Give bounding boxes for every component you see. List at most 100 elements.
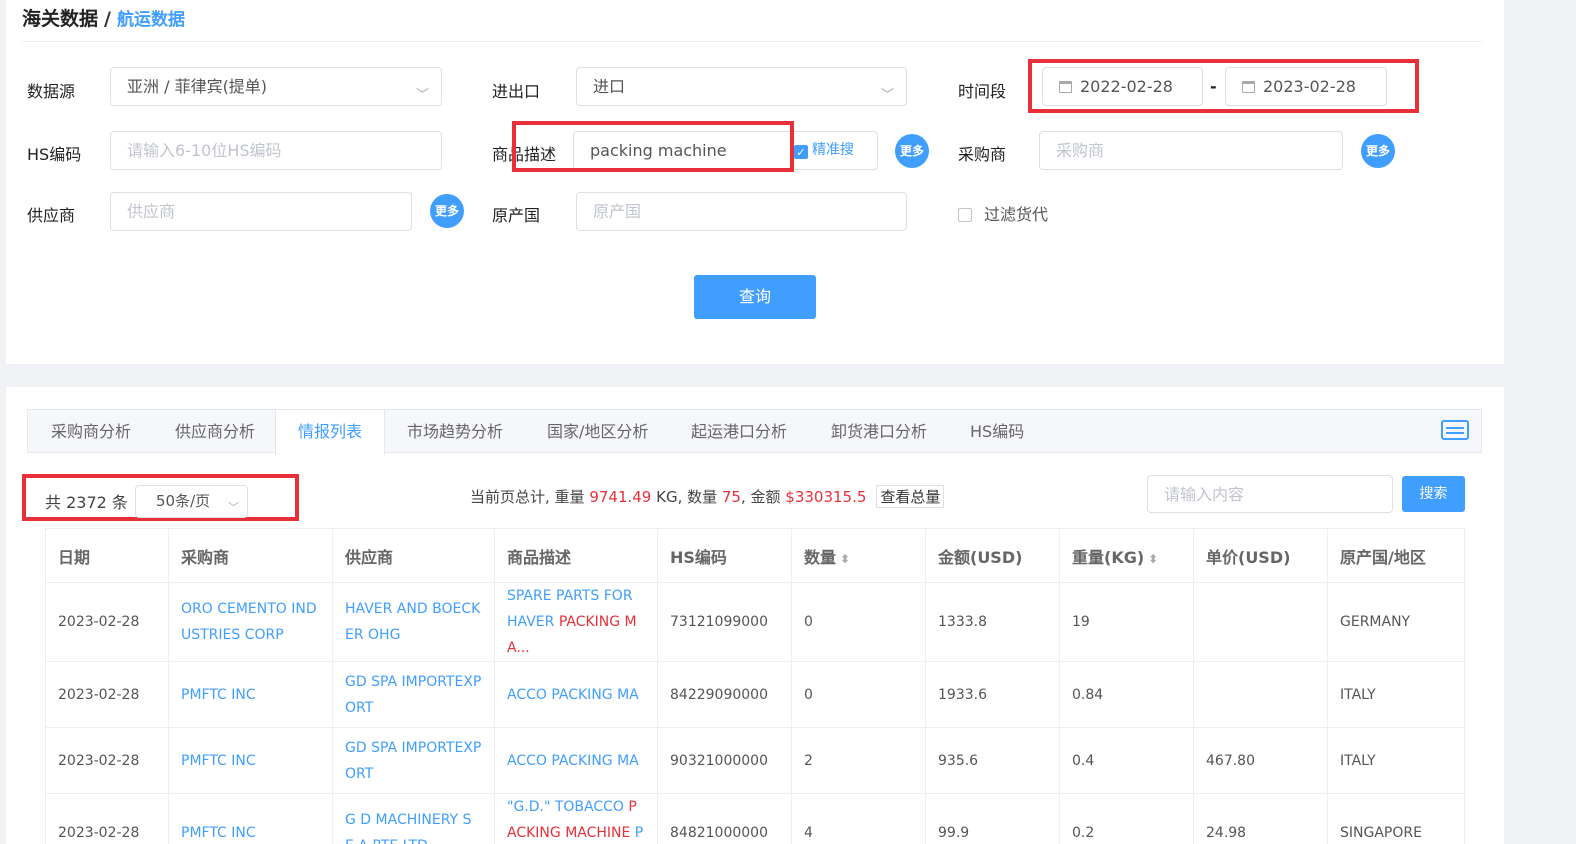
period-label: 时间段 xyxy=(958,82,1007,101)
cell-amount: 935.6 xyxy=(925,727,1060,794)
query-button[interactable]: 查询 xyxy=(694,275,816,319)
checkbox-icon[interactable] xyxy=(958,208,972,222)
cell-weight: 19 xyxy=(1059,582,1194,662)
buyer-more-button[interactable]: 更多 xyxy=(1361,134,1395,168)
tab-destination-port-analysis[interactable]: 卸货港口分析 xyxy=(831,410,927,453)
header-weight-label: 重量(KG) xyxy=(1072,547,1145,567)
buyer-label: 采购商 xyxy=(958,145,1007,164)
desc-text: ACCO PACKING MA xyxy=(507,686,639,703)
cell-desc[interactable]: SPARE PARTS FOR HAVER PACKING MA... xyxy=(494,582,658,662)
cell-hs: 84821000000 xyxy=(657,793,792,844)
filter-forwarder-toggle[interactable]: 过滤货代 xyxy=(958,201,1048,225)
results-table: 日期 采购商 供应商 商品描述 HS编码 数量 ⬍ 金额(USD) 重量(KG) ⬍… xyxy=(45,528,1465,844)
data-source-select[interactable]: 亚洲 / 菲律宾(提单) ﹀ xyxy=(110,67,442,106)
cell-hs: 73121099000 xyxy=(657,582,792,662)
header-buyer: 采购商 xyxy=(168,528,333,583)
page-size-select[interactable]: 50条/页 ﹀ xyxy=(135,485,248,518)
buyer-input-field[interactable] xyxy=(1056,141,1314,160)
desc-text: ACCO PACKING MA xyxy=(507,752,639,769)
hs-input[interactable] xyxy=(110,131,442,170)
calendar-icon xyxy=(1059,81,1072,93)
cell-desc[interactable]: ACCO PACKING MA xyxy=(494,727,658,794)
cell-desc[interactable]: "G.D." TOBACCO PACKING MACHINE PA... xyxy=(494,793,658,844)
date-end-input[interactable]: 2023-02-28 xyxy=(1225,67,1387,106)
supplier-label: 供应商 xyxy=(27,206,76,225)
breadcrumb-current[interactable]: 航运数据 xyxy=(117,10,185,30)
desc-text: "G.D." TOBACCO xyxy=(507,799,629,815)
origin-input[interactable] xyxy=(576,192,907,231)
tab-market-trend[interactable]: 市场趋势分析 xyxy=(407,410,503,453)
header-origin: 原产国/地区 xyxy=(1327,528,1465,583)
sort-icon[interactable]: ⬍ xyxy=(1148,552,1158,566)
tab-buyer-analysis[interactable]: 采购商分析 xyxy=(51,410,131,453)
date-end-value: 2023-02-28 xyxy=(1263,77,1356,96)
table-row: 2023-02-28 PMFTC INC G D MACHINERY S E A… xyxy=(45,793,1465,844)
list-search-button[interactable]: 搜索 xyxy=(1402,476,1465,512)
summary-prefix: 当前页总计, 重量 xyxy=(470,488,590,506)
cell-date: 2023-02-28 xyxy=(45,582,169,662)
tab-hs-code[interactable]: HS编码 xyxy=(970,410,1024,453)
cell-buyer[interactable]: ORO CEMENTO INDUSTRIES CORP xyxy=(168,582,333,662)
hs-input-field[interactable] xyxy=(127,141,410,160)
header-weight[interactable]: 重量(KG) ⬍ xyxy=(1059,528,1194,583)
cell-date: 2023-02-28 xyxy=(45,727,169,794)
desc-label: 商品描述 xyxy=(492,145,557,164)
date-separator: - xyxy=(1210,77,1217,96)
supplier-input-field[interactable] xyxy=(127,202,383,221)
date-start-input[interactable]: 2022-02-28 xyxy=(1042,67,1203,106)
cell-price xyxy=(1193,582,1328,662)
breadcrumb-root[interactable]: 海关数据 xyxy=(22,8,98,30)
cell-desc[interactable]: ACCO PACKING MA xyxy=(494,661,658,728)
cell-weight: 0.2 xyxy=(1059,793,1194,844)
cell-supplier[interactable]: GD SPA IMPORTEXPORT xyxy=(332,661,495,728)
cell-date: 2023-02-28 xyxy=(45,793,169,844)
view-total-button[interactable]: 查看总量 xyxy=(876,485,945,508)
cell-amount: 1933.6 xyxy=(925,661,1060,728)
list-search-input[interactable] xyxy=(1147,475,1393,513)
header-qty[interactable]: 数量 ⬍ xyxy=(791,528,926,583)
cell-supplier[interactable]: HAVER AND BOECKER OHG xyxy=(332,582,495,662)
cell-origin: ITALY xyxy=(1327,661,1465,728)
cell-hs: 84229090000 xyxy=(657,661,792,728)
cell-origin: GERMANY xyxy=(1327,582,1465,662)
tab-supplier-analysis[interactable]: 供应商分析 xyxy=(175,410,255,453)
breadcrumb-separator: / xyxy=(104,8,111,30)
cell-amount: 1333.8 xyxy=(925,582,1060,662)
supplier-more-button[interactable]: 更多 xyxy=(430,194,464,228)
cell-buyer[interactable]: PMFTC INC xyxy=(168,661,333,728)
supplier-input[interactable] xyxy=(110,192,412,231)
direction-label: 进出口 xyxy=(492,82,541,101)
checkbox-checked-icon: ✓ xyxy=(794,145,808,159)
sort-icon[interactable]: ⬍ xyxy=(840,552,850,566)
exact-search-toggle[interactable]: ✓ 精准搜 xyxy=(794,132,854,169)
header-supplier: 供应商 xyxy=(332,528,495,583)
direction-value: 进口 xyxy=(593,77,626,96)
keyboard-icon[interactable] xyxy=(1441,420,1469,440)
cell-date: 2023-02-28 xyxy=(45,661,169,728)
cell-buyer[interactable]: PMFTC INC xyxy=(168,793,333,844)
tab-intel-list[interactable]: 情报列表 xyxy=(275,410,386,455)
cell-amount: 99.9 xyxy=(925,793,1060,844)
cell-price: 24.98 xyxy=(1193,793,1328,844)
hs-label: HS编码 xyxy=(27,145,82,164)
summary-amount-prefix: , 金额 xyxy=(740,488,786,506)
cell-buyer[interactable]: PMFTC INC xyxy=(168,727,333,794)
origin-input-field[interactable] xyxy=(593,202,875,221)
buyer-input[interactable] xyxy=(1039,131,1343,170)
list-search-field[interactable] xyxy=(1164,485,1370,504)
desc-input[interactable]: packing machine ✓ 精准搜 xyxy=(573,131,878,170)
breadcrumb: 海关数据 / 航运数据 xyxy=(22,4,185,31)
tab-bar: 采购商分析 供应商分析 情报列表 市场趋势分析 国家/地区分析 起运港口分析 卸… xyxy=(27,409,1482,455)
cell-supplier[interactable]: GD SPA IMPORTEXPORT xyxy=(332,727,495,794)
header-hs: HS编码 xyxy=(657,528,792,583)
direction-select[interactable]: 进口 ﹀ xyxy=(576,67,907,106)
header-amount: 金额(USD) xyxy=(925,528,1060,583)
tab-country-analysis[interactable]: 国家/地区分析 xyxy=(547,410,648,453)
header-date: 日期 xyxy=(45,528,169,583)
cell-supplier[interactable]: G D MACHINERY S E A PTE LTD xyxy=(332,793,495,844)
data-source-label: 数据源 xyxy=(27,82,76,101)
chevron-down-icon: ﹀ xyxy=(228,501,239,514)
desc-more-button[interactable]: 更多 xyxy=(895,134,929,168)
tab-origin-port-analysis[interactable]: 起运港口分析 xyxy=(691,410,787,453)
divider xyxy=(22,41,1482,42)
